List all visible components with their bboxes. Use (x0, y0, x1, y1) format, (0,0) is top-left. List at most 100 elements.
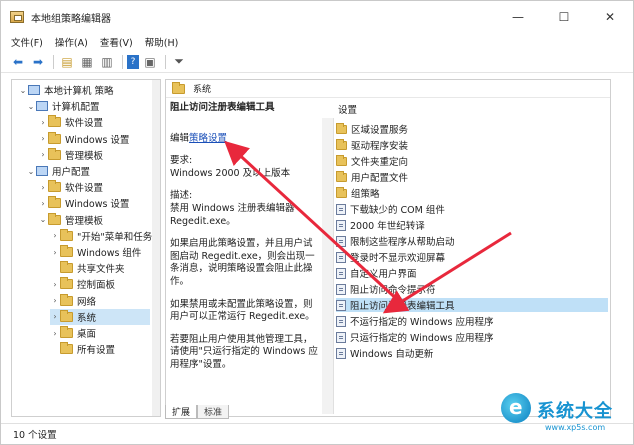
menu-file[interactable]: 文件(F) (11, 35, 43, 49)
settings-list-item[interactable]: 区域设置服务 (336, 122, 608, 136)
export-list-icon[interactable]: ▥ (98, 53, 116, 71)
tree-item[interactable]: › 软件设置 (38, 179, 103, 195)
settings-list-item[interactable]: 限制这些程序从帮助启动 (336, 234, 608, 248)
computer-icon (28, 85, 40, 95)
policy-setting-icon (336, 347, 346, 359)
help-icon[interactable]: ? (127, 54, 139, 69)
tree-item[interactable]: › Windows 设置 (38, 195, 129, 211)
settings-list-item[interactable]: 2000 年世纪转译 (336, 218, 608, 232)
settings-list-item[interactable]: 只运行指定的 Windows 应用程序 (336, 330, 608, 344)
tree-item[interactable]: ⌄ 用户配置 (26, 163, 90, 179)
tree-item-label: Windows 设置 (65, 199, 130, 211)
tab-standard[interactable]: 标准 (197, 405, 230, 419)
close-button[interactable]: ✕ (587, 1, 633, 33)
policy-title: 阻止访问注册表编辑工具 (170, 102, 275, 113)
folder-icon (336, 186, 347, 198)
tree-item[interactable]: 所有设置 (50, 341, 115, 357)
tree-item[interactable]: › 控制面板 (50, 276, 115, 292)
chevron-right-icon[interactable]: › (38, 183, 48, 192)
tree-item[interactable]: › 桌面 (50, 325, 96, 341)
chevron-right-icon[interactable]: › (38, 134, 48, 143)
filter-icon[interactable]: ⏷ (170, 53, 188, 71)
description-text: 禁用 Windows 注册表编辑器 Regedit.exe。 (170, 202, 295, 227)
tree-item[interactable]: ⌄ 本地计算机 策略 (18, 82, 114, 98)
folder-icon (60, 309, 73, 322)
settings-list-item[interactable]: 组策略 (336, 186, 608, 200)
tree-pane: ⌄ 本地计算机 策略 ⌄ 计算机配置 › 软件设置 › Windows 设置 › 管理模板 ⌄ 用户配… (11, 79, 161, 417)
settings-item-label: 自定义用户界面 (350, 269, 417, 280)
chevron-right-icon[interactable]: › (38, 118, 48, 127)
menu-view[interactable]: 查看(V) (100, 35, 133, 49)
tab-extended[interactable]: 扩展 (165, 405, 198, 419)
menu-help[interactable]: 帮助(H) (145, 35, 179, 49)
chevron-right-icon[interactable]: › (50, 231, 60, 240)
show-tree-icon[interactable]: ▦ (78, 53, 96, 71)
chevron-down-icon[interactable]: ⌄ (26, 102, 36, 111)
minimize-button[interactable]: — (495, 1, 541, 33)
edit-policy-line: 编辑策略设置 (170, 133, 320, 146)
policy-setting-icon (336, 235, 346, 247)
forward-arrow-icon[interactable]: ➡ (29, 53, 47, 71)
watermark-logo-icon (501, 393, 531, 423)
settings-item-label: 不运行指定的 Windows 应用程序 (350, 317, 494, 328)
menu-action[interactable]: 操作(A) (55, 35, 88, 49)
maximize-button[interactable]: ☐ (541, 1, 587, 33)
tree-item-label: 控制面板 (77, 280, 116, 292)
tree-item[interactable]: ⌄ 计算机配置 (26, 98, 100, 114)
properties-icon[interactable]: ▣ (141, 53, 159, 71)
tree-item[interactable]: › 系统 (50, 308, 150, 325)
tree-scrollbar[interactable] (152, 80, 160, 416)
folder-icon (48, 196, 61, 209)
chevron-down-icon[interactable]: ⌄ (18, 86, 28, 95)
tree-item[interactable]: ⌄ 管理模板 (38, 212, 103, 228)
folder-icon (60, 261, 73, 274)
settings-list-scrollbar[interactable] (322, 118, 334, 414)
requirements: 要求: Windows 2000 及以上版本 (170, 155, 320, 180)
status-text: 10 个设置 (13, 430, 57, 441)
settings-list-item[interactable]: 不运行指定的 Windows 应用程序 (336, 314, 608, 328)
tree-item-label: 所有设置 (77, 345, 116, 357)
settings-list-item[interactable]: 阻止访问命令提示符 (336, 282, 608, 296)
chevron-right-icon[interactable]: › (50, 296, 60, 305)
folder-icon (48, 131, 61, 144)
chevron-right-icon[interactable]: › (50, 280, 60, 289)
folder-icon (336, 122, 347, 134)
tree-item[interactable]: › Windows 组件 (50, 244, 141, 260)
chevron-down-icon[interactable]: ⌄ (38, 215, 48, 224)
settings-item-label: 只运行指定的 Windows 应用程序 (350, 333, 494, 344)
settings-column-header[interactable]: 设置 (338, 102, 357, 116)
back-arrow-icon[interactable]: ⬅ (9, 53, 27, 71)
description-label: 描述: (170, 190, 193, 202)
chevron-right-icon[interactable]: › (50, 312, 60, 321)
chevron-down-icon[interactable]: ⌄ (26, 167, 36, 176)
tree-item[interactable]: › Windows 设置 (38, 131, 129, 147)
chevron-right-icon[interactable]: › (38, 199, 48, 208)
folder-icon (336, 170, 347, 182)
tree-item[interactable]: › 网络 (50, 293, 96, 309)
tree-item[interactable]: › 软件设置 (38, 114, 103, 130)
tree-item[interactable]: 共享文件夹 (50, 260, 125, 276)
policy-setting-icon (336, 203, 346, 215)
up-folder-icon[interactable]: ▤ (58, 53, 76, 71)
chevron-right-icon[interactable]: › (38, 150, 48, 159)
edit-policy-setting-link[interactable]: 策略设置 (189, 133, 227, 144)
tree-item[interactable]: › "开始"菜单和任务 (50, 228, 152, 244)
tree-item-label: 用户配置 (52, 167, 91, 178)
tree-item-label: 计算机配置 (52, 102, 100, 114)
settings-list-item[interactable]: 文件夹重定向 (336, 154, 608, 168)
chevron-right-icon[interactable]: › (50, 329, 60, 338)
toolbar-divider (53, 54, 54, 69)
settings-list-item[interactable]: 阻止访问注册表编辑工具 (336, 298, 608, 312)
settings-list-item[interactable]: Windows 自动更新 (336, 346, 608, 360)
settings-list-item[interactable]: 用户配置文件 (336, 170, 608, 184)
tree-item[interactable]: › 管理模板 (38, 147, 103, 163)
window-title: 本地组策略编辑器 (31, 13, 111, 25)
chevron-right-icon[interactable]: › (50, 248, 60, 257)
details-pane: 系统 阻止访问注册表编辑工具 编辑策略设置 要求: Windows 2000 及… (165, 79, 611, 417)
settings-list-item[interactable]: 下载缺少的 COM 组件 (336, 202, 608, 216)
title-bar: 本地组策略编辑器 — ☐ ✕ (1, 1, 633, 33)
settings-list-item[interactable]: 登录时不显示欢迎屏幕 (336, 250, 608, 264)
settings-list-item[interactable]: 自定义用户界面 (336, 266, 608, 280)
settings-list-item[interactable]: 驱动程序安装 (336, 138, 608, 152)
settings-item-label: 登录时不显示欢迎屏幕 (350, 253, 446, 264)
